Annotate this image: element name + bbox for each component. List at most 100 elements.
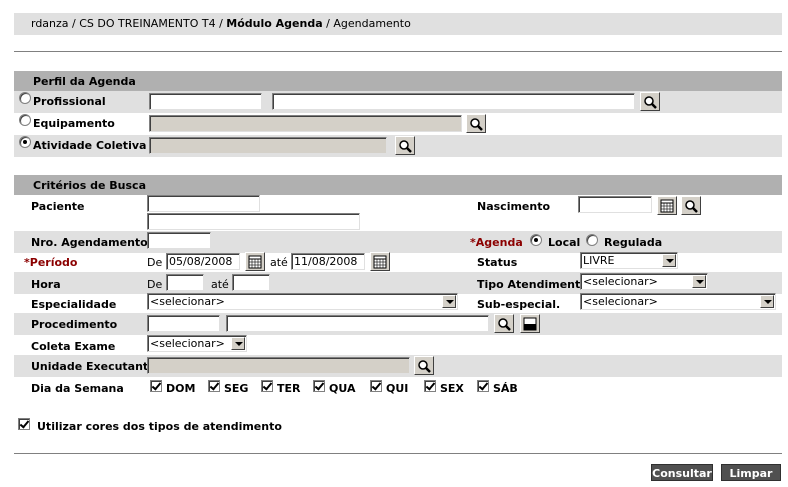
magnifier-icon [644, 96, 657, 109]
day-ter-checkbox[interactable] [261, 380, 273, 392]
divider [14, 453, 782, 454]
dia-semana-label: Dia da Semana [31, 382, 124, 395]
status-select-value: LIVRE [583, 254, 615, 267]
atividade-label: Atividade Coletiva [33, 139, 147, 152]
sub-especial-select-value: <selecionar> [583, 295, 658, 308]
day-seg-checkbox[interactable] [208, 380, 220, 392]
coleta-exame-select-value: <selecionar> [150, 337, 225, 350]
procedimento-name-input[interactable] [226, 315, 489, 332]
chevron-down-icon [442, 295, 456, 308]
agenda-label: *Agenda [470, 236, 523, 249]
day-qua-checkbox[interactable] [313, 380, 325, 392]
procedimento-clear-button[interactable] [520, 314, 540, 333]
nascimento-search-button[interactable] [681, 196, 701, 215]
day-ter-label: TER [277, 382, 301, 395]
calendar-icon [660, 199, 674, 213]
row-coleta-exame [14, 335, 782, 357]
magnifier-icon [470, 118, 483, 131]
utilizar-cores-label: Utilizar cores dos tipos de atendimento [37, 420, 282, 433]
magnifier-icon [685, 200, 698, 213]
breadcrumb-current: / Agendamento [326, 17, 411, 30]
atividade-radio[interactable] [19, 136, 31, 148]
unidade-executante-label: Unidade Executante [31, 360, 156, 373]
tipo-atendimento-select[interactable]: <selecionar> [580, 273, 708, 290]
coleta-exame-label: Coleta Exame [31, 340, 116, 353]
atividade-input [149, 137, 387, 154]
especialidade-select[interactable]: <selecionar> [147, 293, 458, 310]
agenda-label-text: Agenda [475, 236, 523, 249]
day-qua-label: QUA [329, 382, 356, 395]
hora-de-label: De [147, 278, 163, 291]
consultar-button[interactable]: Consultar [651, 464, 713, 481]
sub-especial-label: Sub-especial. [477, 298, 561, 311]
nascimento-input[interactable] [578, 196, 652, 213]
nascimento-label: Nascimento [477, 200, 551, 213]
agenda-local-radio[interactable] [530, 234, 542, 246]
limpar-button[interactable]: Limpar [721, 464, 781, 481]
paciente-label: Paciente [31, 200, 85, 213]
day-sex-checkbox[interactable] [424, 380, 436, 392]
day-sex-label: SEX [440, 382, 464, 395]
chevron-down-icon [231, 337, 245, 350]
equipamento-input [149, 115, 462, 132]
profissional-radio[interactable] [19, 92, 31, 104]
calendar-icon [248, 255, 262, 269]
coleta-exame-select[interactable]: <selecionar> [147, 335, 247, 352]
unidade-executante-search-button[interactable] [414, 356, 434, 375]
periodo-ate-label: até [270, 256, 288, 269]
section-criterios-title: Critérios de Busca [14, 175, 782, 195]
equipamento-search-button[interactable] [466, 114, 486, 133]
tipo-atendimento-select-value: <selecionar> [583, 275, 658, 288]
day-seg-label: SEG [224, 382, 249, 395]
unidade-executante-input [147, 357, 410, 374]
periodo-ate-input[interactable]: 11/08/2008 [291, 253, 365, 270]
especialidade-select-value: <selecionar> [150, 295, 225, 308]
nro-agendamento-input[interactable] [147, 232, 211, 249]
paciente-name-input[interactable] [147, 213, 360, 230]
profissional-search-button[interactable] [640, 92, 660, 111]
periodo-de-input[interactable]: 05/08/2008 [166, 253, 240, 270]
periodo-label-text: Período [29, 256, 78, 269]
section-perfil-title: Perfil da Agenda [14, 71, 782, 91]
hora-ate-label: até [211, 278, 229, 291]
eraser-icon [523, 317, 537, 331]
agenda-regulada-radio[interactable] [586, 234, 598, 246]
periodo-label: *Período [24, 256, 77, 269]
procedimento-label: Procedimento [31, 318, 118, 331]
agenda-local-label: Local [548, 236, 581, 249]
profissional-label: Profissional [33, 95, 106, 108]
status-select[interactable]: LIVRE [580, 252, 678, 269]
utilizar-cores-checkbox[interactable] [18, 418, 30, 430]
periodo-de-label: De [147, 256, 163, 269]
day-dom-checkbox[interactable] [150, 380, 162, 392]
paciente-code-input[interactable] [147, 195, 260, 212]
atividade-search-button[interactable] [395, 136, 415, 155]
profissional-name-input[interactable] [272, 93, 635, 110]
profissional-code-input[interactable] [149, 93, 262, 110]
nascimento-calendar-button[interactable] [657, 196, 677, 215]
nro-agendamento-label: Nro. Agendamento [31, 236, 148, 249]
hora-ate-input[interactable] [232, 274, 270, 291]
magnifier-icon [498, 318, 511, 331]
equipamento-radio[interactable] [19, 114, 31, 126]
chevron-down-icon [692, 275, 706, 288]
procedimento-code-input[interactable] [147, 315, 220, 332]
hora-de-input[interactable] [166, 274, 204, 291]
magnifier-icon [418, 360, 431, 373]
day-dom-label: DOM [166, 382, 196, 395]
day-qui-checkbox[interactable] [370, 380, 382, 392]
agenda-regulada-label: Regulada [604, 236, 663, 249]
day-sab-checkbox[interactable] [477, 380, 489, 392]
breadcrumb: rdanza / CS DO TREINAMENTO T4 / Módulo A… [14, 13, 782, 35]
breadcrumb-module[interactable]: Módulo Agenda [226, 17, 322, 30]
day-sab-label: SÁB [493, 382, 518, 395]
periodo-ate-calendar-button[interactable] [370, 252, 390, 271]
calendar-icon [373, 255, 387, 269]
day-qui-label: QUI [386, 382, 409, 395]
equipamento-label: Equipamento [33, 117, 115, 130]
sub-especial-select[interactable]: <selecionar> [580, 293, 776, 310]
procedimento-search-button[interactable] [494, 314, 514, 333]
hora-label: Hora [31, 278, 61, 291]
periodo-de-calendar-button[interactable] [245, 252, 265, 271]
tipo-atendimento-label: Tipo Atendimento [477, 278, 588, 291]
